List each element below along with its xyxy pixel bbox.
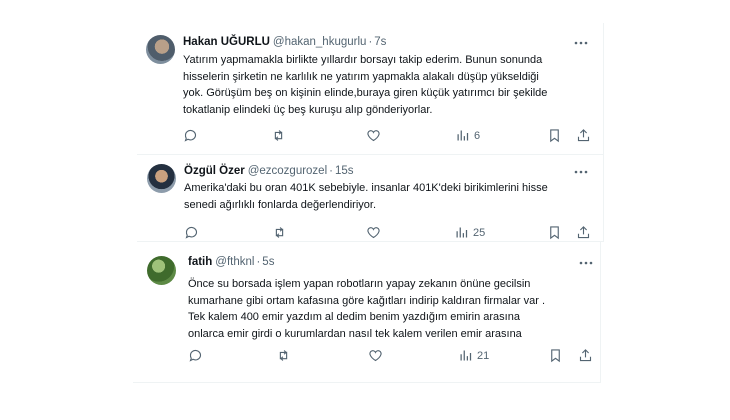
reply-icon[interactable] <box>184 225 199 240</box>
reply-icon[interactable] <box>183 128 198 143</box>
user-handle[interactable]: @fthknl <box>215 256 254 268</box>
heart-icon[interactable] <box>368 348 383 363</box>
display-name[interactable]: Özgül Özer <box>184 165 245 177</box>
more-horizontal-icon[interactable] <box>574 163 588 177</box>
tweet[interactable]: fatih @fthknl · 5s Önce su borsada işlem ya… <box>133 242 601 383</box>
views-icon <box>456 227 468 238</box>
share-icon[interactable] <box>576 128 591 143</box>
heart-icon[interactable] <box>366 225 381 240</box>
separator: · <box>256 256 261 268</box>
display-name[interactable]: Hakan UĞURLU <box>183 36 270 48</box>
separator: · <box>329 165 333 177</box>
views-count: 21 <box>477 349 490 362</box>
tweet-text-line: hisselerin şirketin ne karlılık ne yatır… <box>183 70 539 83</box>
user-handle[interactable]: @ezcozgurozel <box>248 165 327 177</box>
avatar[interactable] <box>146 35 175 64</box>
tweet-text-line: senedi ağırlıklı fonlarda değerlendiriyo… <box>184 198 377 211</box>
tweet-text: Amerika'daki bu oran 401K sebebiyle. ins… <box>184 180 594 213</box>
views-button[interactable]: 21 <box>458 348 489 363</box>
tweet-header: fatih @fthknl · 5s <box>188 256 274 268</box>
bookmark-icon[interactable] <box>547 225 562 240</box>
tweet-text: Önce su borsada işlem yapan robotların y… <box>188 276 588 342</box>
more-horizontal-icon[interactable] <box>574 34 588 48</box>
avatar[interactable] <box>147 256 176 285</box>
tweet-header: Özgül Özer @ezcozgurozel · 15s <box>184 165 354 177</box>
bookmark-icon[interactable] <box>547 128 562 143</box>
views-icon <box>457 130 469 141</box>
share-icon[interactable] <box>576 225 591 240</box>
more-horizontal-icon[interactable] <box>579 254 593 268</box>
tweet[interactable]: Özgül Özer @ezcozgurozel · 15s Amerika'daki… <box>137 155 604 242</box>
tweet-text-line: onlarca emir girdi o kurumlardan nasıl t… <box>188 327 522 340</box>
heart-icon[interactable] <box>366 128 381 143</box>
views-icon <box>460 350 472 361</box>
tweet-text-line: Önce su borsada işlem yapan robotların y… <box>188 278 531 290</box>
tweet-text-line: tokatlanip elindeki üç beş kuruşu alıp g… <box>183 103 433 116</box>
reply-icon[interactable] <box>188 348 203 363</box>
views-button[interactable]: 25 <box>454 225 485 240</box>
views-count: 6 <box>474 129 481 142</box>
tweet[interactable]: Hakan UĞURLU @hakan_hkugurlu · 7s Yatırım y… <box>137 23 604 155</box>
tweet-text-line: kumarhane gibi ortam kafasına göre kağıt… <box>188 294 546 307</box>
tweet-text: Yatırım yapmamakla birlikte yıllardır bo… <box>183 52 593 118</box>
user-handle[interactable]: @hakan_hkugurlu <box>273 36 367 48</box>
views-count: 25 <box>473 226 486 239</box>
tweet-text-line: yok. Görüşüm beş on kişinin elinde,buray… <box>183 87 548 99</box>
tweet-text-line: Yatırım yapmamakla birlikte yıllardır bo… <box>183 54 543 66</box>
retweet-icon[interactable] <box>276 348 291 363</box>
share-icon[interactable] <box>578 348 593 363</box>
tweet-text-line: Tek kalem 400 emir yazdım al dedim benim… <box>188 311 520 323</box>
timestamp[interactable]: 15s <box>335 165 354 177</box>
retweet-icon[interactable] <box>271 128 286 143</box>
tweet-text-line: Amerika'daki bu oran 401K sebebiyle. ins… <box>184 182 548 194</box>
timestamp[interactable]: 5s <box>262 256 274 268</box>
avatar[interactable] <box>147 164 176 193</box>
views-button[interactable]: 6 <box>455 128 480 143</box>
bookmark-icon[interactable] <box>548 348 563 363</box>
tweet-header: Hakan UĞURLU @hakan_hkugurlu · 7s <box>183 36 386 48</box>
timestamp[interactable]: 7s <box>374 36 386 48</box>
retweet-icon[interactable] <box>272 225 287 240</box>
display-name[interactable]: fatih <box>188 256 212 268</box>
separator: · <box>368 36 373 48</box>
